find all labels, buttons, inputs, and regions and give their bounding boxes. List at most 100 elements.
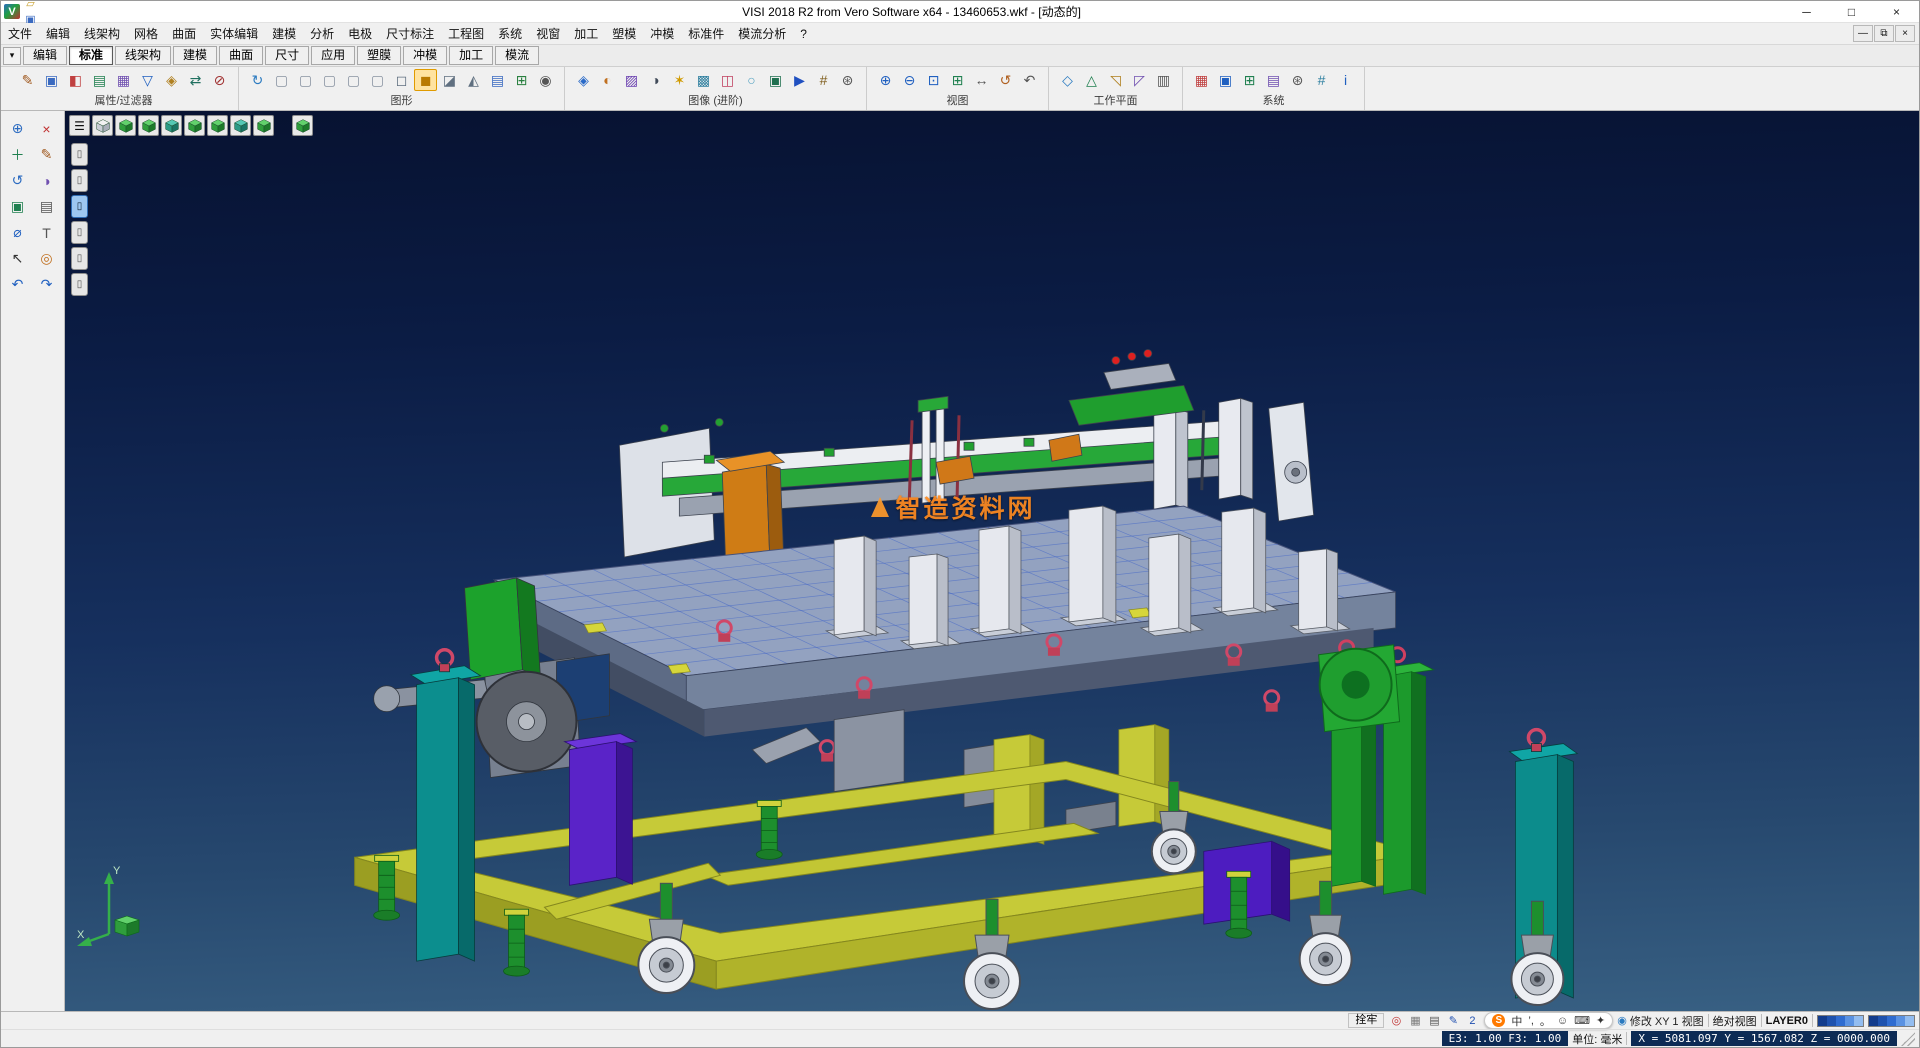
grid-system-icon[interactable]: #: [1310, 69, 1333, 91]
dynamic-view-cube-button[interactable]: [292, 115, 313, 136]
grid-icon[interactable]: ▦: [1407, 1013, 1423, 1028]
snapshot-view-icon[interactable]: ◉: [534, 69, 557, 91]
open-folder-icon[interactable]: ▱: [22, 0, 39, 12]
move-tool-icon[interactable]: ＋: [5, 143, 30, 166]
layer-filter-icon[interactable]: ▤: [88, 69, 111, 91]
tab-4[interactable]: 曲面: [219, 46, 263, 65]
workplane-list-icon[interactable]: ▥: [1152, 69, 1175, 91]
virtual-keyboard-icon[interactable]: ⌨: [1574, 1014, 1590, 1027]
menu-item-5[interactable]: 实体编辑: [203, 23, 265, 44]
viewport-3d[interactable]: ☰ ▯▯▯▯▯▯: [65, 111, 1919, 1011]
sheet-view-2-icon[interactable]: ▢: [294, 69, 317, 91]
workplane-standard-icon[interactable]: ◇: [1056, 69, 1079, 91]
workplane-3points-icon[interactable]: △: [1080, 69, 1103, 91]
attribute-editor-icon[interactable]: ✎: [16, 69, 39, 91]
system-settings-icon[interactable]: ⊛: [1286, 69, 1309, 91]
iso-view-7-button[interactable]: [253, 115, 274, 136]
sheet-view-5-icon[interactable]: ▢: [366, 69, 389, 91]
iso-view-1-button[interactable]: [115, 115, 136, 136]
attribute-copy-icon[interactable]: ▣: [40, 69, 63, 91]
material-editor-icon[interactable]: ◐: [596, 69, 619, 91]
sogou-logo-icon[interactable]: S: [1492, 1014, 1505, 1027]
menu-item-10[interactable]: 工程图: [441, 23, 491, 44]
emoji-picker-icon[interactable]: ☺: [1557, 1015, 1568, 1027]
menu-item-9[interactable]: 尺寸标注: [379, 23, 441, 44]
mdi-close-button[interactable]: ×: [1895, 25, 1915, 42]
selection-filter-3-button[interactable]: ▯: [71, 195, 88, 218]
tab-7[interactable]: 塑膜: [357, 46, 401, 65]
menu-item-1[interactable]: 编辑: [39, 23, 77, 44]
tab-6[interactable]: 应用: [311, 46, 355, 65]
layers-tool-icon[interactable]: ▤: [34, 195, 59, 218]
pan-view-icon[interactable]: ↔: [970, 69, 993, 91]
snap-lock-toggle[interactable]: 拴牢: [1348, 1013, 1384, 1028]
shaded-mode-icon[interactable]: ◼: [414, 69, 437, 91]
target-snap-icon[interactable]: ◎: [1388, 1013, 1404, 1028]
minimize-button[interactable]: ─: [1784, 1, 1829, 22]
tab-5[interactable]: 尺寸: [265, 46, 309, 65]
quick-filter-icon[interactable]: ▽: [136, 69, 159, 91]
zoom-fit-icon[interactable]: ⊞: [946, 69, 969, 91]
color-filter-icon[interactable]: ◧: [64, 69, 87, 91]
filter-clear-icon[interactable]: ⊘: [208, 69, 231, 91]
hidden-line-mode-icon[interactable]: ◪: [438, 69, 461, 91]
maximize-button[interactable]: □: [1829, 1, 1874, 22]
tab-10[interactable]: 模流: [495, 46, 539, 65]
iso-view-6-button[interactable]: [230, 115, 251, 136]
filter-lock-icon[interactable]: ◈: [160, 69, 183, 91]
ime-punctuation-comma[interactable]: ’,: [1528, 1015, 1534, 1027]
tab-8[interactable]: 冲模: [403, 46, 447, 65]
iso-view-4-button[interactable]: [184, 115, 205, 136]
color-palette-icon[interactable]: ▦: [1190, 69, 1213, 91]
annotate-tool-icon[interactable]: T: [34, 221, 59, 244]
menu-item-4[interactable]: 曲面: [165, 23, 203, 44]
tab-0[interactable]: 编辑: [23, 46, 67, 65]
system-monitor-icon[interactable]: ▣: [1214, 69, 1237, 91]
database-icon[interactable]: ▤: [1262, 69, 1285, 91]
menu-item-18[interactable]: ?: [793, 25, 814, 43]
shadow-toggle-icon[interactable]: ◑: [644, 69, 667, 91]
sheet-view-1-icon[interactable]: ▢: [270, 69, 293, 91]
light-source-icon[interactable]: ✶: [668, 69, 691, 91]
background-style-icon[interactable]: ▩: [692, 69, 715, 91]
advanced-image-settings-icon[interactable]: ⊛: [836, 69, 859, 91]
view-mode-icon[interactable]: ◉: [1617, 1014, 1627, 1027]
selection-filter-4-button[interactable]: ▯: [71, 221, 88, 244]
selection-filter-5-button[interactable]: ▯: [71, 247, 88, 270]
menu-item-11[interactable]: 系统: [491, 23, 529, 44]
texture-map-icon[interactable]: ▨: [620, 69, 643, 91]
mdi-minimize-button[interactable]: —: [1853, 25, 1873, 42]
system-info-icon[interactable]: i: [1334, 69, 1357, 91]
snap-tool-icon[interactable]: ◎: [34, 247, 59, 270]
undo-tool-icon[interactable]: ↶: [5, 273, 30, 296]
tab-9[interactable]: 加工: [449, 46, 493, 65]
selection-filter-6-button[interactable]: ▯: [71, 273, 88, 296]
absolute-view-label[interactable]: 绝对视图: [1713, 1013, 1757, 1029]
workplane-align-icon[interactable]: ◹: [1104, 69, 1127, 91]
mirror-tool-icon[interactable]: ◑: [34, 169, 59, 192]
sheet-view-3-icon[interactable]: ▢: [318, 69, 341, 91]
redo-tool-icon[interactable]: ↷: [34, 273, 59, 296]
view-list-button[interactable]: ☰: [69, 115, 90, 136]
zoom-tool-icon[interactable]: ⊕: [5, 117, 30, 140]
close-button[interactable]: ×: [1874, 1, 1919, 22]
perspective-mode-icon[interactable]: ◭: [462, 69, 485, 91]
iso-view-5-button[interactable]: [207, 115, 228, 136]
previous-view-icon[interactable]: ↶: [1018, 69, 1041, 91]
calculator-icon[interactable]: ⊞: [1238, 69, 1261, 91]
menu-item-8[interactable]: 电极: [341, 23, 379, 44]
3d-model-canvas[interactable]: [65, 111, 1919, 1011]
menu-item-7[interactable]: 分析: [303, 23, 341, 44]
zoom-window-icon[interactable]: ⊡: [922, 69, 945, 91]
menu-item-14[interactable]: 塑模: [605, 23, 643, 44]
menu-item-12[interactable]: 视窗: [529, 23, 567, 44]
count-badge[interactable]: 2: [1464, 1013, 1480, 1028]
menu-item-13[interactable]: 加工: [567, 23, 605, 44]
transparency-toggle-icon[interactable]: ○: [740, 69, 763, 91]
rotate-view-icon[interactable]: ↺: [994, 69, 1017, 91]
tab-3[interactable]: 建模: [173, 46, 217, 65]
zoom-out-icon[interactable]: ⊖: [898, 69, 921, 91]
menu-item-15[interactable]: 冲模: [643, 23, 681, 44]
filter-swap-icon[interactable]: ⇄: [184, 69, 207, 91]
color-scale-bar-1[interactable]: [1817, 1015, 1864, 1027]
